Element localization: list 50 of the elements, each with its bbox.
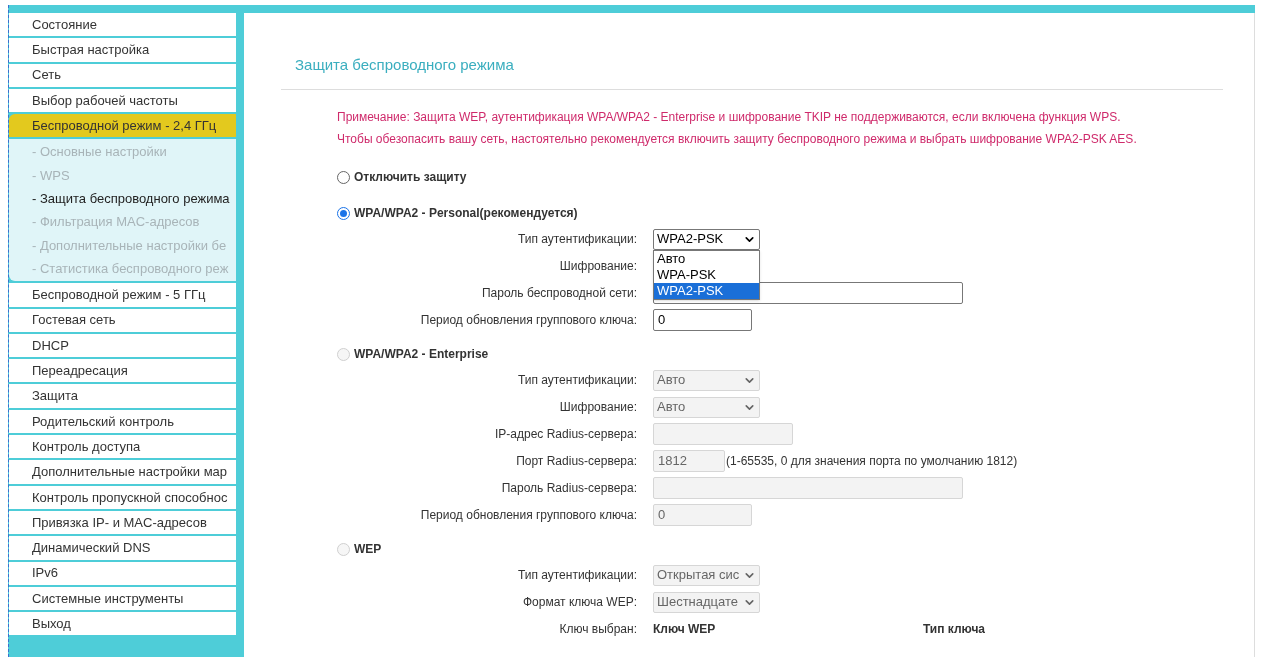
submenu-item[interactable]: - Защита беспроводного режима	[9, 187, 236, 211]
menu-item[interactable]: Сеть	[9, 63, 236, 87]
menu-item[interactable]: Гостевая сеть	[9, 308, 236, 332]
menu-item[interactable]: Выбор рабочей частоты	[9, 88, 236, 113]
radio-button[interactable]	[337, 170, 350, 184]
field-label: Порт Radius-сервера:	[516, 453, 637, 470]
radio-button[interactable]	[337, 206, 350, 220]
option-label: Отключить защиту	[354, 169, 467, 186]
field-label: Тип аутентификации:	[517, 372, 637, 389]
menu-item[interactable]: Контроль пропускной способнос	[9, 485, 236, 509]
dropdown-option[interactable]: Авто	[654, 250, 759, 267]
menu-item[interactable]: IPv6	[9, 561, 236, 585]
menu-item[interactable]: Системные инструменты	[9, 586, 236, 611]
text-field[interactable]: 0	[653, 309, 752, 331]
field-label: Тип аутентификации:	[517, 567, 637, 584]
column-header: Тип ключа	[923, 621, 986, 638]
menu-item[interactable]: Родительский контроль	[9, 409, 236, 434]
dropdown-option[interactable]: WPA-PSK	[654, 266, 759, 283]
option-label: WPA/WPA2 - Personal(рекомендуется)	[354, 205, 578, 222]
field-label: Формат ключа WEP:	[523, 594, 637, 611]
note-text: Примечание: Защита WEP, аутентификация WPA/WPA2 - Enterprise и шифрование TKIP не поддерживаются, если включена функция WPS.	[337, 109, 1122, 126]
menu-item[interactable]: Дополнительные настройки мар	[9, 460, 236, 484]
hint-text: (1-65535, 0 для значения порта по умолчанию 1812)	[726, 453, 1018, 470]
menu-item[interactable]: Беспроводной режим - 2,4 ГГц	[9, 114, 236, 138]
field-label: Тип аутентификации:	[517, 231, 637, 248]
field-label: Шифрование:	[559, 258, 637, 275]
menu-item[interactable]: Состояние	[9, 13, 236, 37]
option-label: WPA/WPA2 - Enterprise	[354, 346, 489, 363]
menu-item[interactable]: Динамический DNS	[9, 536, 236, 560]
page-title: Защита беспроводного режима	[295, 56, 514, 73]
menu-item[interactable]: Привязка IP- и MAC-адресов	[9, 510, 236, 535]
menu-item[interactable]: Беспроводной режим - 5 ГГц	[9, 283, 236, 307]
note-text: Чтобы обезопасить вашу сеть, настоятельно рекомендуется включить защиту беспроводного режима и выбрать шифрование WPA2-PSK AES.	[337, 131, 1138, 148]
field-label: IP-адрес Radius-сервера:	[495, 426, 637, 443]
field-label: Пароль беспроводной сети:	[481, 285, 637, 302]
dropdown-select[interactable]: WPA2-PSK	[653, 228, 760, 250]
column-header: Ключ WEP	[653, 621, 717, 638]
field-label: Шифрование:	[559, 399, 637, 416]
dropdown-option[interactable]: WPA2-PSK	[654, 282, 759, 299]
option-label: WEP	[354, 541, 382, 558]
field-label: Период обновления группового ключа:	[420, 312, 637, 329]
menu-item[interactable]: Контроль доступа	[9, 435, 236, 459]
menu-item[interactable]: Быстрая настройка	[9, 38, 236, 62]
menu-item[interactable]: DHCP	[9, 333, 236, 358]
field-label: Период обновления группового ключа:	[420, 507, 637, 524]
field-label: Ключ выбран:	[559, 621, 637, 638]
menu-item[interactable]: Выход	[9, 612, 236, 636]
menu-item[interactable]: Защита	[9, 384, 236, 408]
field-label: Пароль Radius-сервера:	[501, 480, 637, 497]
menu-item[interactable]: Переадресация	[9, 359, 236, 383]
